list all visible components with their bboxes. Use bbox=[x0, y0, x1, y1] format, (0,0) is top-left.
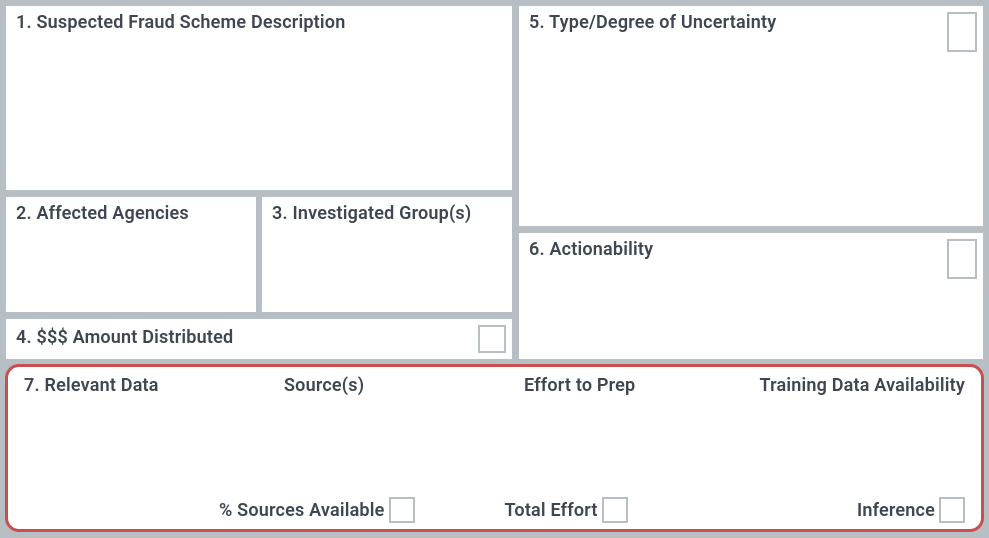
section-7-col-effort: Effort to Prep bbox=[524, 375, 734, 396]
section-4-title: 4. $$$ Amount Distributed bbox=[16, 327, 502, 348]
section-2-affected-agencies[interactable]: 2. Affected Agencies bbox=[5, 196, 257, 313]
section-4-amount-distributed[interactable]: 4. $$$ Amount Distributed bbox=[5, 318, 513, 360]
section-1-title: 1. Suspected Fraud Scheme Description bbox=[16, 12, 502, 33]
section-1-fraud-description[interactable]: 1. Suspected Fraud Scheme Description bbox=[5, 5, 513, 191]
inference-box[interactable] bbox=[939, 497, 965, 523]
section-5-uncertainty[interactable]: 5. Type/Degree of Uncertainty bbox=[518, 5, 984, 227]
pct-sources-box[interactable] bbox=[389, 497, 415, 523]
section-7-col-sources: Source(s) bbox=[284, 375, 524, 396]
section-5-value-box[interactable] bbox=[947, 12, 977, 52]
section-5-title: 5. Type/Degree of Uncertainty bbox=[529, 12, 973, 33]
pct-sources-label: % Sources Available bbox=[219, 500, 385, 521]
section-6-value-box[interactable] bbox=[947, 239, 977, 279]
section-6-title: 6. Actionability bbox=[529, 239, 973, 260]
section-7-relevant-data[interactable]: 7. Relevant Data Source(s) Effort to Pre… bbox=[5, 364, 984, 532]
section-3-title: 3. Investigated Group(s) bbox=[272, 203, 502, 224]
section-7-bottom-row: % Sources Available Total Effort Inferen… bbox=[8, 497, 981, 523]
section-2-title: 2. Affected Agencies bbox=[16, 203, 246, 224]
total-effort-box[interactable] bbox=[602, 497, 628, 523]
total-effort-label: Total Effort bbox=[505, 500, 598, 521]
section-7-col-training: Training Data Availability bbox=[734, 375, 965, 396]
form-canvas: 1. Suspected Fraud Scheme Description 2.… bbox=[0, 0, 989, 538]
section-4-value-box[interactable] bbox=[478, 325, 506, 353]
section-6-actionability[interactable]: 6. Actionability bbox=[518, 232, 984, 360]
section-7-title: 7. Relevant Data bbox=[24, 375, 284, 396]
section-3-investigated-groups[interactable]: 3. Investigated Group(s) bbox=[261, 196, 513, 313]
inference-label: Inference bbox=[857, 500, 935, 521]
